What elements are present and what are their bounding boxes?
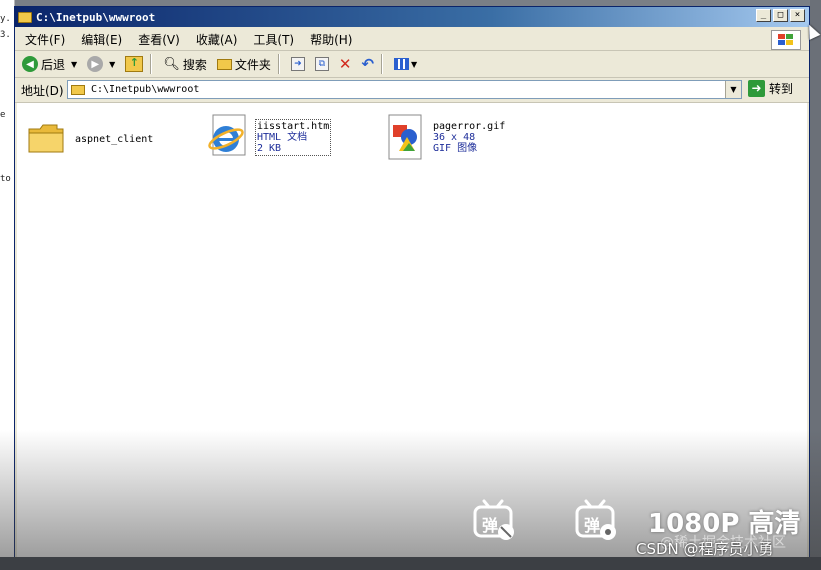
back-dropdown-icon[interactable]: ▼ [71,60,77,69]
views-dropdown-icon: ▼ [411,59,418,69]
folder-icon [18,11,32,23]
file-type: HTML 文档 [257,132,308,143]
windows-flag-icon [771,30,801,50]
danmaku-glyph: 弹 [584,516,601,535]
go-button[interactable]: ➜ 转到 [748,80,793,97]
desktop-text-fragment: to [0,174,11,184]
toolbar-separator [277,54,280,74]
menu-help[interactable]: 帮助(H) [310,31,352,48]
back-button[interactable]: ◀ 后退 ▼ [19,53,80,75]
file-item-aspnet-client[interactable]: aspnet_client [27,121,153,155]
file-size: 2 KB [257,143,282,154]
menu-edit[interactable]: 编辑(E) [81,31,122,48]
address-bar: 地址(D) C:\Inetpub\wwwroot ▼ ➜ 转到 [15,78,809,103]
selection-box: iisstart.htm HTML 文档 2 KB [255,119,332,156]
file-name: iisstart.htm [257,121,330,132]
file-list-pane[interactable]: aspnet_client iisstart.htm HTML 文档 2 KB [17,103,807,567]
views-button[interactable]: ▼ [391,53,420,75]
toolbar: ◀ 后退 ▼ ▶ ▼ ↑ 🔍︎ 搜索 文件夹 ➜ ⧉ ✕ ↶ ▼ [15,51,809,78]
move-to-icon: ➜ [290,57,305,71]
undo-button[interactable]: ↶ [358,53,377,75]
danmaku-glyph: 弹 [482,516,499,535]
copy-to-icon: ⧉ [314,57,329,71]
folders-button[interactable]: 文件夹 [214,53,274,75]
explorer-window: C:\Inetpub\wwwroot _ □ × 文件(F) 编辑(E) 查看(… [14,6,810,570]
copy-to-button[interactable]: ⧉ [312,53,332,75]
folders-label: 文件夹 [234,57,271,72]
file-item-iisstart[interactable]: iisstart.htm HTML 文档 2 KB [207,113,332,159]
go-arrow-icon: ➜ [748,80,765,97]
address-input[interactable]: C:\Inetpub\wwwroot ▼ [67,80,742,99]
menu-favorites[interactable]: 收藏(A) [196,31,238,48]
forward-arrow-icon: ▶ [87,56,104,72]
watermark-csdn: CSDN @程序员小勇 [636,540,774,558]
desktop-text-fragment: 3. [0,30,11,40]
delete-icon: ✕ [338,55,352,73]
up-folder-icon: ↑ [125,56,144,72]
folder-icon [28,124,64,153]
search-icon: 🔍︎ [163,56,180,72]
ie-document-icon [208,114,246,156]
back-arrow-icon: ◀ [22,56,38,72]
desktop-background-strip: y. 3. e to [0,0,15,570]
address-value: C:\Inetpub\wwwroot [91,84,200,95]
search-button[interactable]: 🔍︎ 搜索 [160,53,210,75]
danmaku-settings-icon[interactable]: 弹 [574,498,618,540]
back-label: 后退 [41,57,66,72]
move-to-button[interactable]: ➜ [288,53,308,75]
menu-bar: 文件(F) 编辑(E) 查看(V) 收藏(A) 工具(T) 帮助(H) [15,28,809,51]
toolbar-separator [381,54,384,74]
file-name: aspnet_client [75,134,154,145]
address-dropdown-button[interactable]: ▼ [725,81,741,98]
title-bar[interactable]: C:\Inetpub\wwwroot _ □ × [15,7,809,27]
views-icon [394,58,410,70]
desktop-text-fragment: e [0,110,6,120]
file-details: pagerror.gif 36 x 48 GIF 图像 [433,121,505,154]
search-label: 搜索 [182,57,207,72]
delete-button[interactable]: ✕ [336,53,355,75]
toolbar-separator [150,54,153,74]
danmaku-icon[interactable]: 弹 [472,498,516,540]
file-type: GIF 图像 [433,143,478,154]
file-item-pagerror[interactable]: pagerror.gif 36 x 48 GIF 图像 [385,113,505,163]
file-dimensions: 36 x 48 [433,132,476,143]
menu-tools[interactable]: 工具(T) [253,31,294,48]
menu-view[interactable]: 查看(V) [138,31,180,48]
file-name: pagerror.gif [433,121,506,132]
folders-icon [216,58,232,70]
folder-icon [71,84,85,95]
forward-dropdown-icon[interactable]: ▼ [109,60,115,69]
menu-file[interactable]: 文件(F) [25,31,65,48]
undo-icon: ↶ [361,55,375,73]
maximize-button[interactable]: □ [773,9,788,22]
minimize-button[interactable]: _ [756,9,771,22]
address-label: 地址(D) [21,83,64,98]
close-button[interactable]: × [790,9,805,22]
window-title: C:\Inetpub\wwwroot [36,10,156,24]
forward-button[interactable]: ▶ ▼ [84,53,118,75]
gif-image-icon [388,114,422,160]
desktop-right-edge [810,0,821,570]
desktop-text-fragment: y. [0,14,11,24]
window-controls: _ □ × [756,9,805,22]
up-folder-button[interactable]: ↑ [122,53,146,75]
go-label: 转到 [769,82,794,96]
